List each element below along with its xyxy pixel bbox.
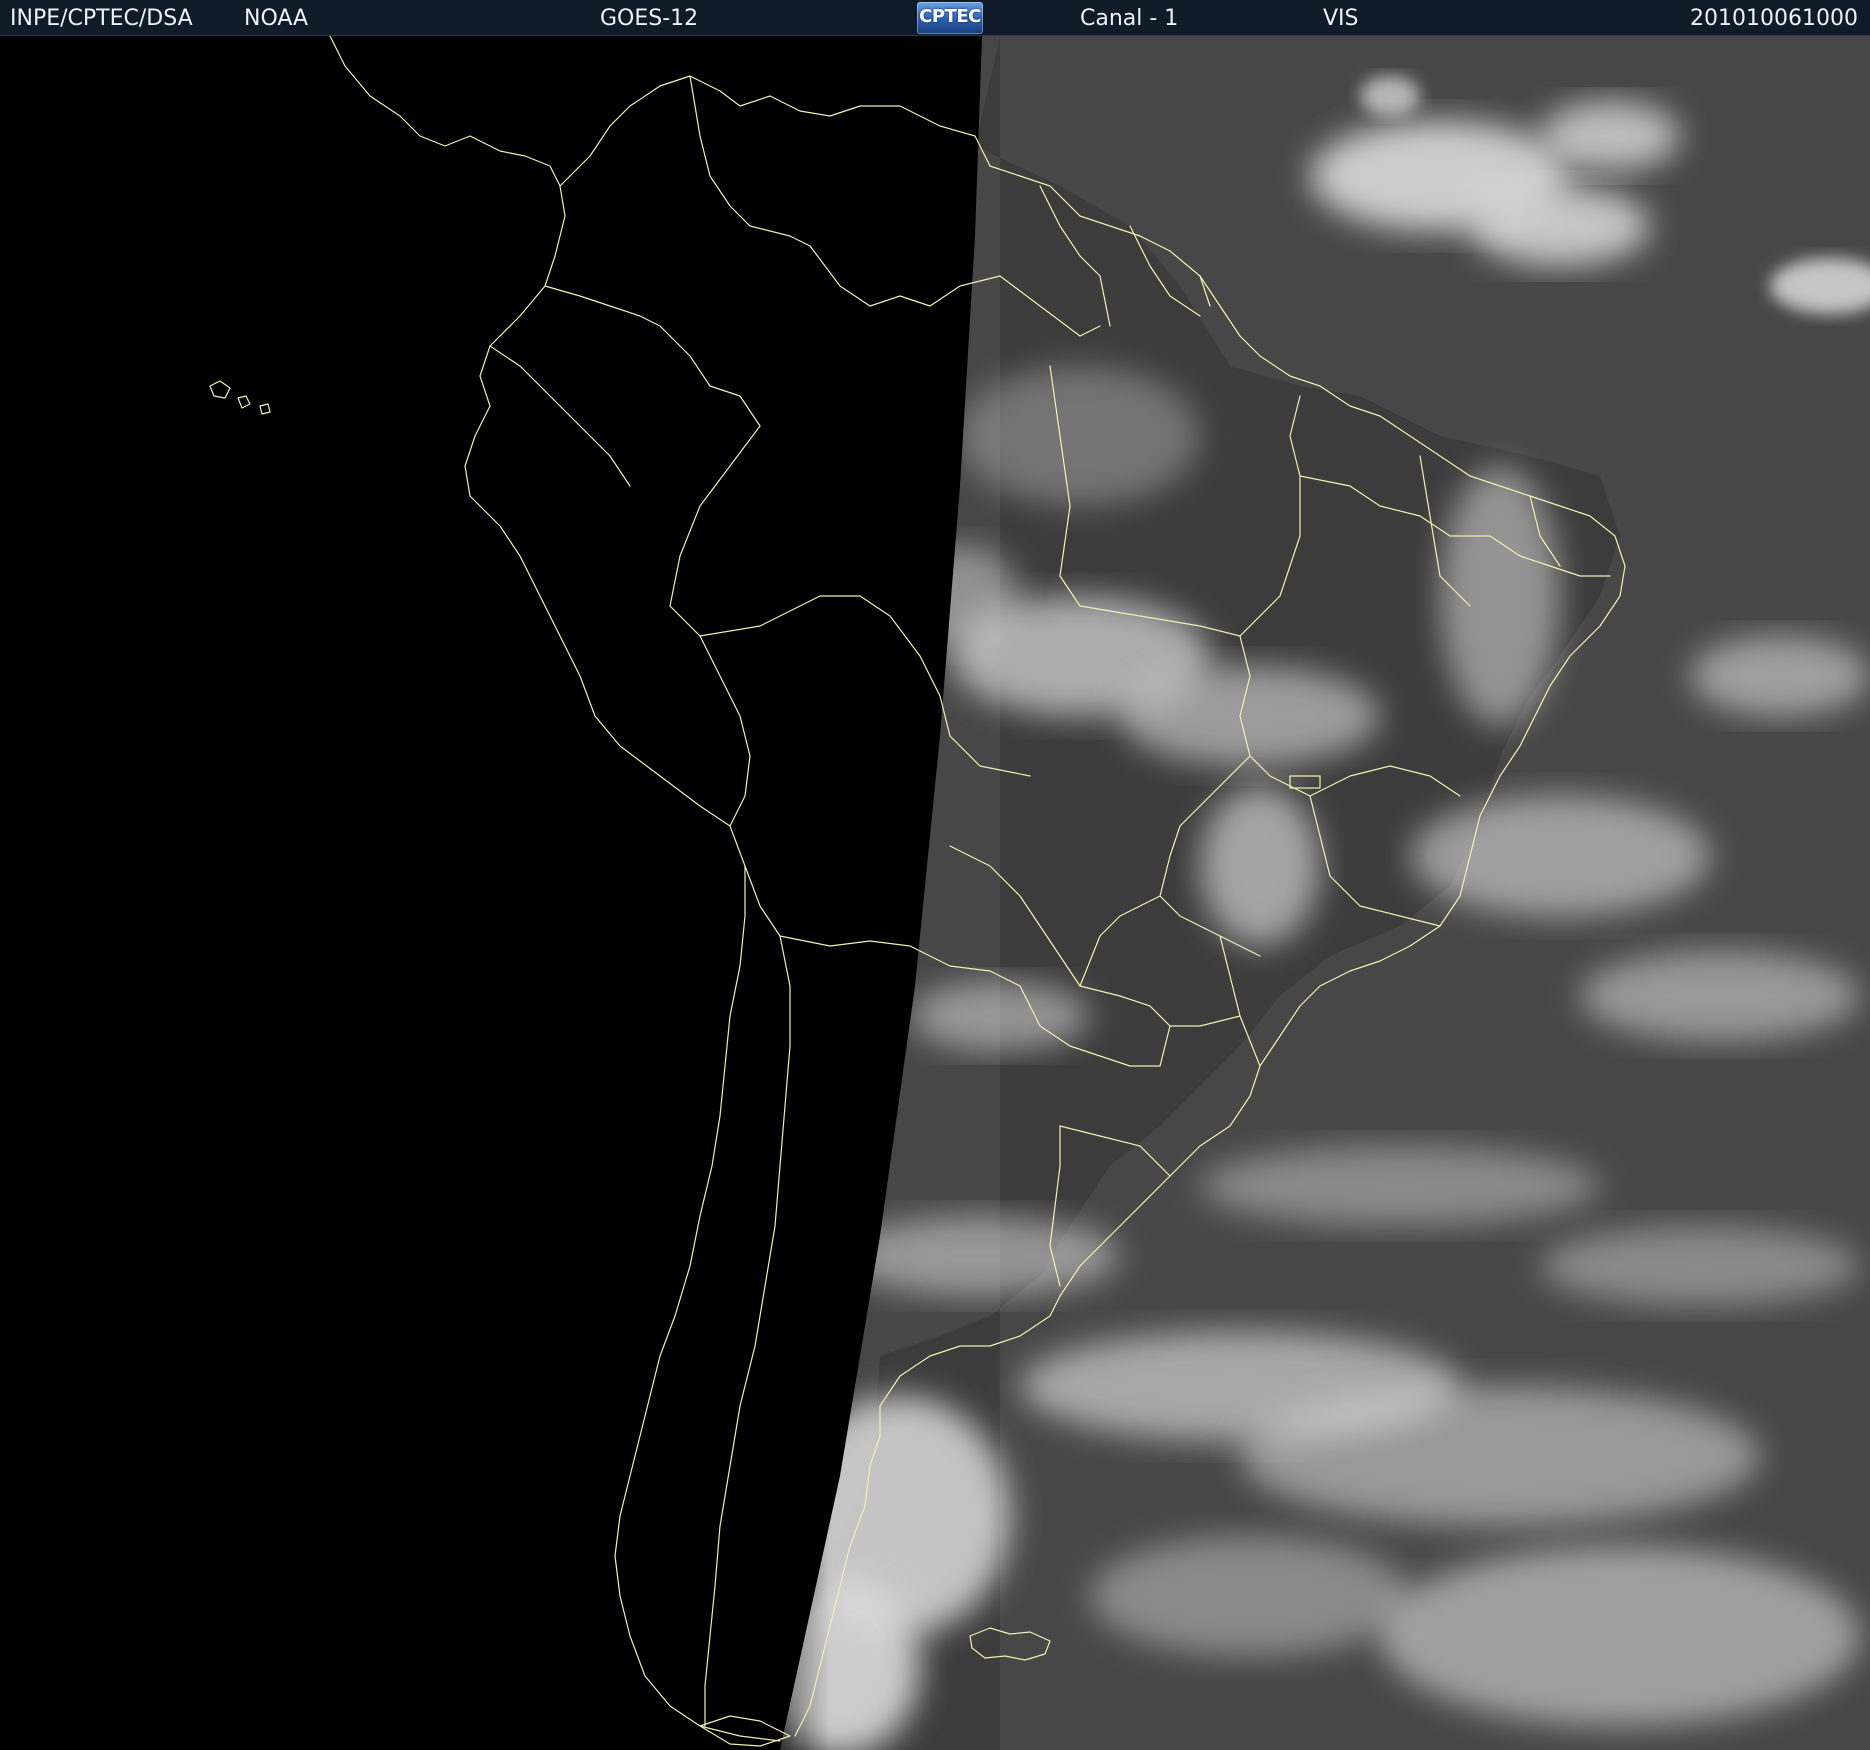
cloud-chaco	[910, 981, 1090, 1051]
cloud-south-atlantic-3	[1380, 1546, 1860, 1726]
cloud-southeast	[1200, 786, 1320, 946]
cloud-atlantic-band-2	[1690, 636, 1870, 716]
satellite-label: GOES-12	[600, 6, 699, 31]
cloud-atlantic-band-1	[1410, 796, 1710, 916]
cloud-south-atlantic-2	[1240, 1386, 1760, 1526]
agency-label: INPE/CPTEC/DSA	[10, 6, 193, 31]
cptec-logo: CPTEC	[917, 2, 983, 34]
cloud-south-atlantic-6	[1540, 1226, 1860, 1306]
source-label: NOAA	[244, 6, 309, 31]
channel-label: Canal - 1	[1080, 6, 1179, 31]
cloud-south-atlantic-4	[1090, 1536, 1410, 1656]
satellite-map	[0, 36, 1870, 1750]
timestamp-label: 201010061000	[1690, 6, 1858, 31]
cloud-northeast-coast	[1440, 466, 1560, 726]
satellite-image	[0, 36, 1870, 1750]
cptec-logo-text: CPTEC	[919, 6, 981, 27]
cloud-south-atlantic-5	[1200, 1146, 1600, 1226]
cloud-north-atlantic-2	[1470, 186, 1650, 266]
image-header: INPE/CPTEC/DSA NOAA GOES-12 CPTEC Canal …	[0, 0, 1870, 36]
cloud-amazon	[960, 366, 1200, 506]
cloud-north-atlantic-3	[1540, 101, 1680, 171]
cloud-central-2	[1120, 666, 1380, 766]
cloud-la-plata	[840, 1216, 1120, 1296]
cloud-atlantic-band-3	[1580, 951, 1860, 1041]
band-label: VIS	[1323, 6, 1359, 31]
cloud-north-atlantic-5	[1360, 76, 1420, 116]
